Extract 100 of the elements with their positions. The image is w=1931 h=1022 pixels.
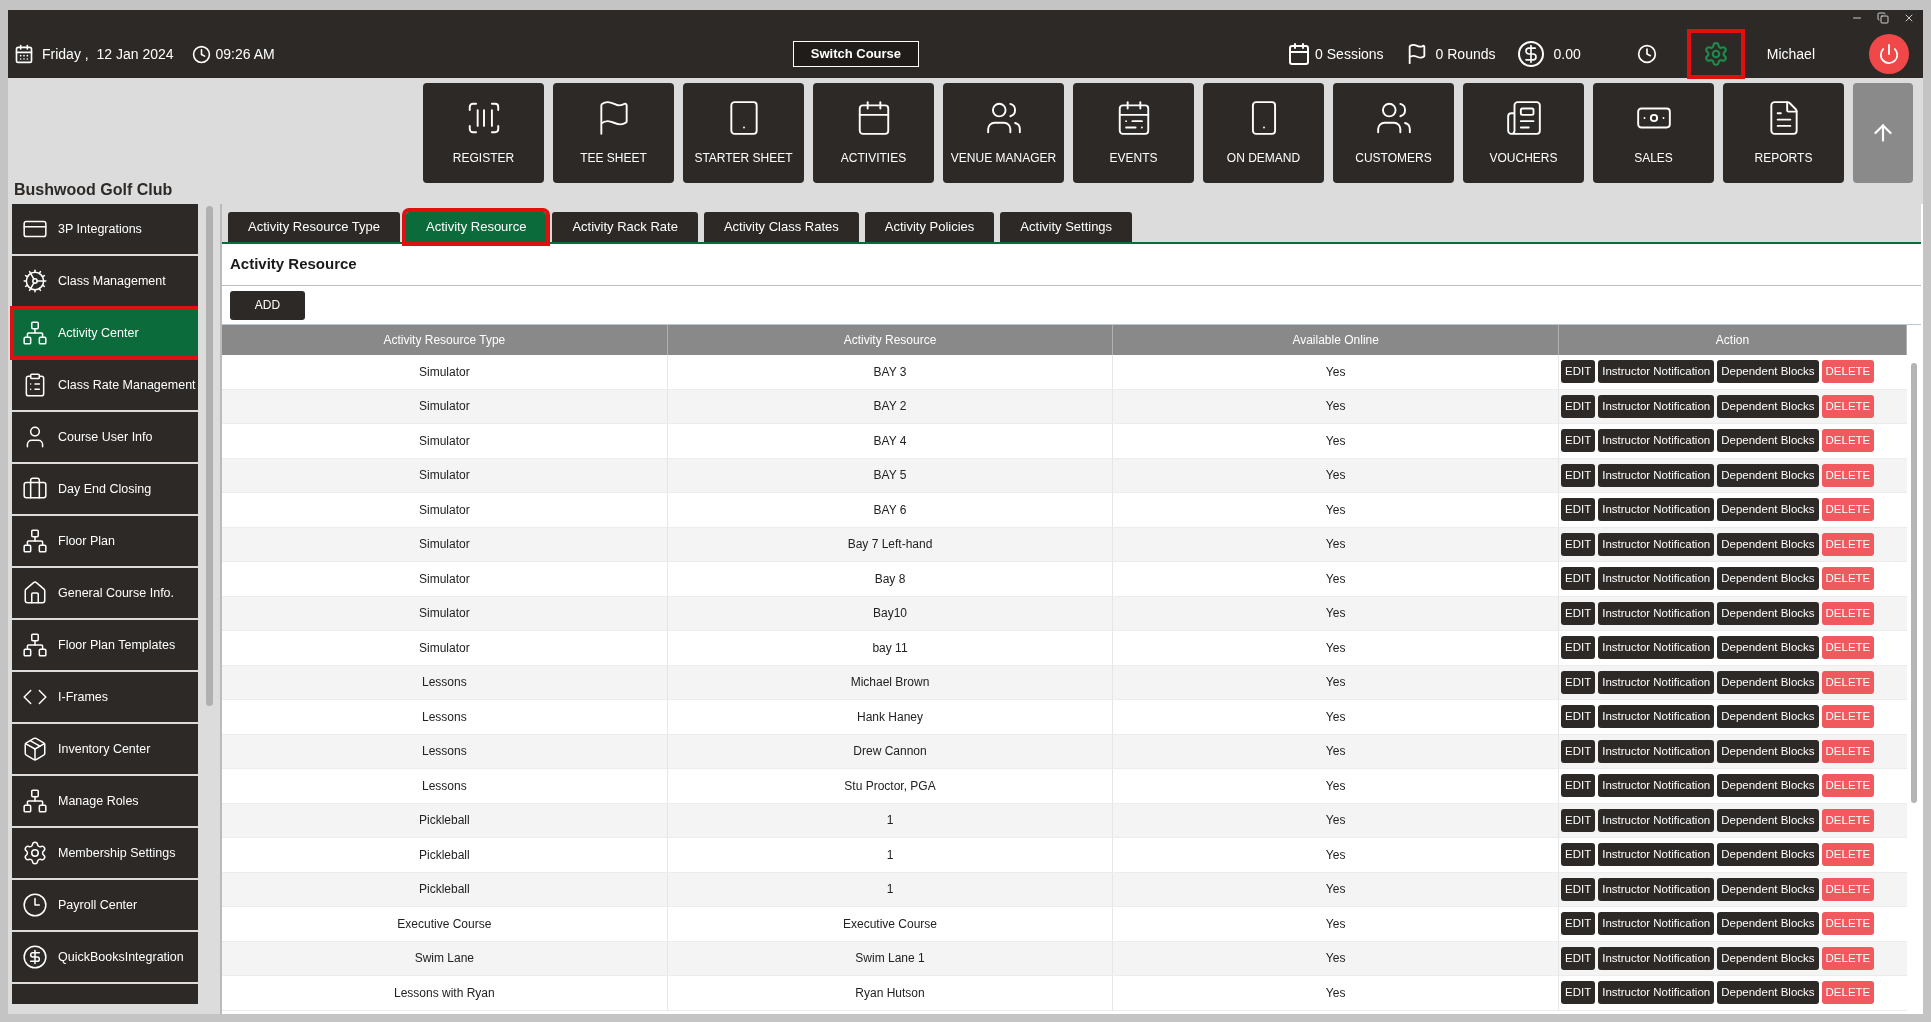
action-button[interactable]: EDIT: [1561, 394, 1596, 418]
history-icon[interactable]: [1636, 44, 1657, 64]
action-button[interactable]: Instructor Notification: [1598, 463, 1715, 487]
action-button[interactable]: Dependent Blocks: [1717, 912, 1819, 936]
action-button[interactable]: Instructor Notification: [1598, 498, 1715, 522]
sidebar-item[interactable]: Inventory Center: [12, 724, 198, 774]
sidebar-item[interactable]: QuickBooksIntegration: [12, 932, 198, 982]
toolbar-tile[interactable]: ON DEMAND: [1203, 83, 1324, 183]
action-button[interactable]: Instructor Notification: [1598, 429, 1715, 453]
add-button[interactable]: ADD: [230, 290, 305, 320]
sidebar-item[interactable]: I-Frames: [12, 672, 198, 722]
action-button[interactable]: EDIT: [1561, 877, 1596, 901]
action-button[interactable]: EDIT: [1561, 774, 1596, 798]
sidebar-item[interactable]: Payroll Center: [12, 880, 198, 930]
action-button[interactable]: Instructor Notification: [1598, 981, 1715, 1005]
action-button[interactable]: Dependent Blocks: [1717, 981, 1819, 1005]
toolbar-tile[interactable]: EVENTS: [1073, 83, 1194, 183]
sidebar-item[interactable]: Course User Info: [12, 412, 198, 462]
tab[interactable]: Activity Resource Type: [228, 212, 400, 242]
action-button[interactable]: EDIT: [1561, 601, 1596, 625]
settings-button[interactable]: [1686, 29, 1745, 79]
toolbar-tile[interactable]: CUSTOMERS: [1333, 83, 1454, 183]
action-button[interactable]: Dependent Blocks: [1717, 843, 1819, 867]
table-cell: 1: [667, 803, 1114, 837]
close-icon[interactable]: [1903, 12, 1915, 24]
action-button[interactable]: Dependent Blocks: [1717, 636, 1819, 660]
action-button[interactable]: Instructor Notification: [1598, 601, 1715, 625]
action-button[interactable]: Dependent Blocks: [1717, 774, 1819, 798]
action-button[interactable]: Dependent Blocks: [1717, 532, 1819, 556]
action-button[interactable]: Dependent Blocks: [1717, 394, 1819, 418]
action-button[interactable]: EDIT: [1561, 843, 1596, 867]
power-button[interactable]: [1869, 34, 1909, 74]
scrollbar[interactable]: [1911, 363, 1917, 803]
action-button[interactable]: EDIT: [1561, 532, 1596, 556]
toolbar-tile[interactable]: ACTIVITIES: [813, 83, 934, 183]
tab[interactable]: Activity Settings: [1000, 212, 1133, 242]
action-button[interactable]: Instructor Notification: [1598, 946, 1715, 970]
tab[interactable]: Activity Policies: [864, 212, 995, 242]
sidebar-item[interactable]: Activity Center: [12, 308, 198, 358]
action-button[interactable]: Instructor Notification: [1598, 670, 1715, 694]
scrollbar[interactable]: [205, 206, 213, 706]
toolbar-tile[interactable]: REPORTS: [1723, 83, 1844, 183]
action-button[interactable]: Instructor Notification: [1598, 877, 1715, 901]
action-button[interactable]: EDIT: [1561, 981, 1596, 1005]
sidebar-item[interactable]: Manage Roles: [12, 776, 198, 826]
sidebar-item[interactable]: 3P Integrations: [12, 204, 198, 254]
toolbar-tile[interactable]: STARTER SHEET: [683, 83, 804, 183]
action-button[interactable]: Instructor Notification: [1598, 532, 1715, 556]
action-button[interactable]: Dependent Blocks: [1717, 498, 1819, 522]
action-button[interactable]: Instructor Notification: [1598, 394, 1715, 418]
action-button[interactable]: EDIT: [1561, 463, 1596, 487]
action-button[interactable]: Dependent Blocks: [1717, 808, 1819, 832]
sidebar-item[interactable]: Floor Plan: [12, 516, 198, 566]
action-button[interactable]: EDIT: [1561, 739, 1596, 763]
action-button[interactable]: Dependent Blocks: [1717, 429, 1819, 453]
toolbar-tile[interactable]: REGISTER: [423, 83, 544, 183]
action-button[interactable]: EDIT: [1561, 360, 1596, 384]
action-button[interactable]: Instructor Notification: [1598, 567, 1715, 591]
action-button[interactable]: Dependent Blocks: [1717, 360, 1819, 384]
switch-course-button[interactable]: Switch Course: [792, 41, 920, 67]
action-button[interactable]: EDIT: [1561, 946, 1596, 970]
sidebar-item[interactable]: General Course Info.: [12, 568, 198, 618]
sidebar-item[interactable]: Class Management: [12, 256, 198, 306]
toolbar-tile[interactable]: VOUCHERS: [1463, 83, 1584, 183]
action-button[interactable]: Instructor Notification: [1598, 360, 1715, 384]
action-button[interactable]: Instructor Notification: [1598, 808, 1715, 832]
action-button[interactable]: Instructor Notification: [1598, 774, 1715, 798]
action-button[interactable]: Dependent Blocks: [1717, 877, 1819, 901]
toolbar-tile[interactable]: SALES: [1593, 83, 1714, 183]
action-button[interactable]: Dependent Blocks: [1717, 946, 1819, 970]
action-button[interactable]: EDIT: [1561, 912, 1596, 936]
action-button[interactable]: Dependent Blocks: [1717, 739, 1819, 763]
action-button[interactable]: Dependent Blocks: [1717, 567, 1819, 591]
action-button[interactable]: EDIT: [1561, 808, 1596, 832]
action-button[interactable]: Dependent Blocks: [1717, 463, 1819, 487]
action-button[interactable]: EDIT: [1561, 567, 1596, 591]
sidebar-item[interactable]: Floor Plan Templates: [12, 620, 198, 670]
action-button[interactable]: EDIT: [1561, 429, 1596, 453]
table-cell: Yes: [1113, 838, 1559, 872]
table-cell: Yes: [1113, 631, 1559, 665]
sidebar-item[interactable]: Class Rate Management: [12, 360, 198, 410]
tab[interactable]: Activity Class Rates: [703, 212, 859, 242]
restore-icon[interactable]: [1877, 12, 1889, 24]
action-button[interactable]: Instructor Notification: [1598, 705, 1715, 729]
sidebar-item[interactable]: Day End Closing: [12, 464, 198, 514]
action-button[interactable]: Dependent Blocks: [1717, 705, 1819, 729]
toolbar-tile[interactable]: TEE SHEET: [553, 83, 674, 183]
action-button[interactable]: EDIT: [1561, 670, 1596, 694]
action-button[interactable]: EDIT: [1561, 705, 1596, 729]
action-button[interactable]: Dependent Blocks: [1717, 670, 1819, 694]
action-button[interactable]: Instructor Notification: [1598, 636, 1715, 660]
tab[interactable]: Activity Rack Rate: [552, 212, 698, 242]
action-button[interactable]: EDIT: [1561, 498, 1596, 522]
action-button[interactable]: EDIT: [1561, 636, 1596, 660]
action-button[interactable]: Dependent Blocks: [1717, 601, 1819, 625]
action-button[interactable]: Instructor Notification: [1598, 912, 1715, 936]
action-button[interactable]: Instructor Notification: [1598, 739, 1715, 763]
action-button[interactable]: Instructor Notification: [1598, 843, 1715, 867]
sidebar-item[interactable]: Membership Settings: [12, 828, 198, 878]
toolbar-tile[interactable]: VENUE MANAGER: [943, 83, 1064, 183]
